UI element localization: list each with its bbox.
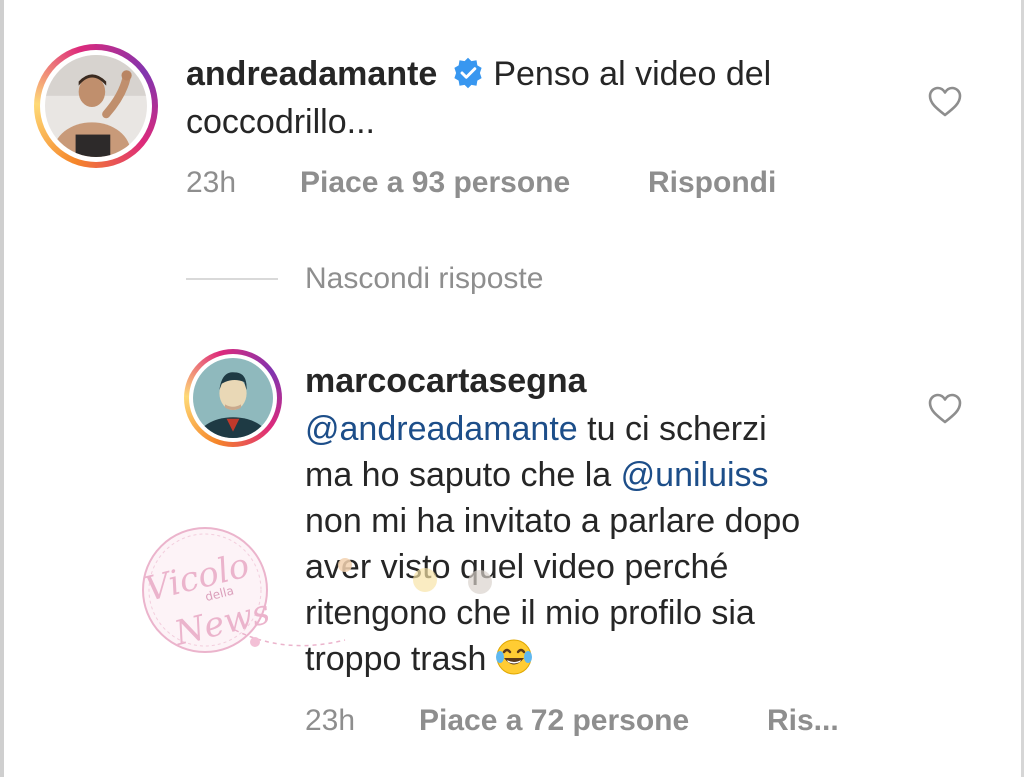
reply-like-heart-icon[interactable] [928,393,962,425]
comment-time: 23h [186,166,237,199]
replies-divider [186,278,278,280]
reply-mention-andreadamante[interactable]: @andreadamante [305,410,578,448]
verified-badge-icon [454,57,482,89]
frame-left-edge [0,0,4,777]
comment-username[interactable]: andreadamante [186,55,437,93]
avatar-photo-shirtless-man [45,55,147,157]
comment-likes-link[interactable]: Piace a 93 persone [300,166,570,200]
comment-text-line-2: coccodrillo... [186,103,375,141]
avatar-photo-poster-portrait [193,358,273,438]
avatar-andreadamante[interactable] [34,44,158,168]
reply-likes-link[interactable]: Piace a 72 persone [419,704,689,738]
comment-text-line-1: andreadamante Penso al video del [186,51,771,97]
reply-text-line-1: @andreadamante tu ci scherzi [305,406,767,452]
reply-text-line-2-start: ma ho saputo che la [305,456,621,494]
reply-time: 23h [305,704,356,737]
reply-reply-button[interactable]: Ris... [767,704,839,738]
reply-username[interactable]: marcocartasegna [305,358,587,404]
comment-text-part-1: Penso al video del [493,55,772,93]
like-heart-icon[interactable] [928,86,962,118]
reply-mention-uniluiss[interactable]: @uniluiss [621,456,769,494]
reply-text-line-2: ma ho saputo che la @uniluiss [305,452,769,498]
hide-replies-button[interactable]: Nascondi risposte [305,262,543,296]
vicolo-della-news-watermark: Vicolo della News [141,527,492,654]
reply-text-line-1-rest: tu ci scherzi [577,410,767,448]
avatar-marcocartasegna[interactable] [184,349,282,447]
comment-reply-button[interactable]: Rispondi [648,166,776,200]
